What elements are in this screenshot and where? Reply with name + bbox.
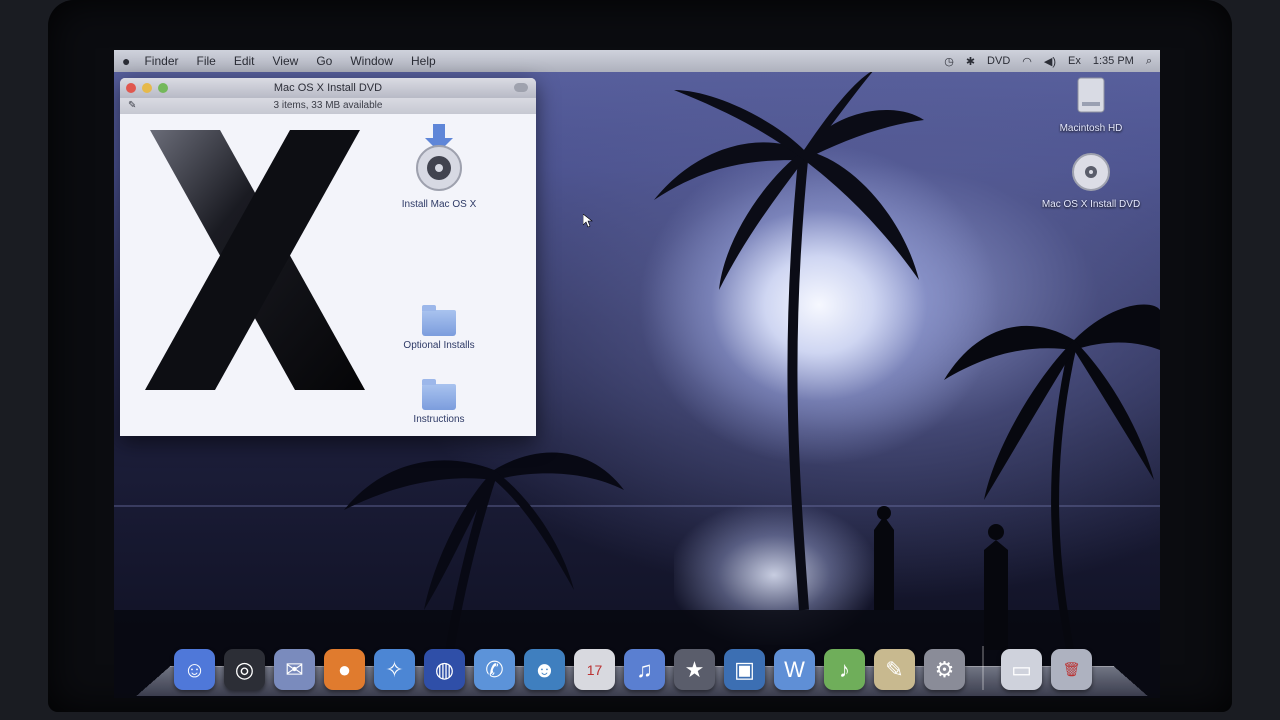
itunes-icon[interactable]: ♫: [624, 649, 665, 690]
minimize-button[interactable]: [142, 83, 152, 93]
desktop-icon-install-dvd[interactable]: Mac OS X Install DVD: [1026, 152, 1156, 210]
pencil-icon: ✎: [128, 100, 137, 111]
dock: ☺ ◎ ✉ ● ✧ ◍ ✆ ☻ 17 ♫ ★ ▣ W ♪ ✎ ⚙ ▭ 🗑: [174, 640, 1114, 690]
battery-status[interactable]: Ex: [1068, 55, 1081, 67]
clock-icon[interactable]: ◷: [944, 55, 954, 68]
finder-window[interactable]: Mac OS X Install DVD ✎ 3 items, 33 MB av…: [120, 78, 536, 436]
close-button[interactable]: [126, 83, 136, 93]
mail-icon[interactable]: ✉: [274, 649, 315, 690]
item-label: Optional Installs: [403, 340, 475, 351]
instructions-folder[interactable]: Instructions: [384, 379, 494, 425]
speaker-icon[interactable]: ◀): [1044, 55, 1056, 68]
search-icon[interactable]: ⌕: [1146, 55, 1152, 68]
install-mac-os-x-item[interactable]: Install Mac OS X: [384, 122, 494, 210]
menu-edit[interactable]: Edit: [234, 54, 255, 68]
item-label: Install Mac OS X: [401, 199, 477, 210]
desktop-icon-label: Macintosh HD: [1059, 123, 1123, 134]
menu-view[interactable]: View: [273, 54, 299, 68]
dvd-icon: [1072, 153, 1110, 191]
apple-menu-icon[interactable]: ●: [122, 53, 130, 69]
desktop[interactable]: ● Finder File Edit View Go Window Help ◷…: [114, 50, 1160, 698]
folder-icon: [422, 305, 456, 336]
menu-go[interactable]: Go: [316, 54, 332, 68]
firefox-icon[interactable]: ●: [324, 649, 365, 690]
window-content[interactable]: Install Mac OS X Optional Installs Instr…: [120, 114, 536, 436]
imovie-icon[interactable]: ★: [674, 649, 715, 690]
safari-icon[interactable]: ✧: [374, 649, 415, 690]
menu-finder[interactable]: Finder: [144, 54, 178, 68]
iphoto-icon[interactable]: ▣: [724, 649, 765, 690]
ical-icon[interactable]: 17: [574, 649, 615, 690]
dvd-status[interactable]: DVD: [987, 55, 1010, 67]
menu-clock[interactable]: 1:35 PM: [1093, 55, 1134, 67]
item-label: Instructions: [413, 414, 465, 425]
window-titlebar[interactable]: Mac OS X Install DVD: [120, 78, 536, 98]
window-status-text: 3 items, 33 MB available: [273, 100, 383, 111]
address-book-icon[interactable]: ☻: [524, 649, 565, 690]
downloads-stack-icon[interactable]: ▭: [1001, 649, 1042, 690]
menu-file[interactable]: File: [196, 54, 215, 68]
optional-installs-folder[interactable]: Optional Installs: [384, 305, 494, 351]
dashboard-icon[interactable]: ◎: [224, 649, 265, 690]
system-preferences-icon[interactable]: ⚙: [924, 649, 965, 690]
desktop-icon-macintosh-hd[interactable]: Macintosh HD: [1026, 76, 1156, 134]
mouse-cursor-icon: [583, 214, 593, 228]
google-earth-icon[interactable]: ◍: [424, 649, 465, 690]
dock-separator: [982, 646, 984, 690]
install-disc-icon: [416, 124, 462, 191]
trash-icon[interactable]: 🗑: [1051, 649, 1092, 690]
zoom-button[interactable]: [158, 83, 168, 93]
window-status-bar: ✎ 3 items, 33 MB available: [120, 98, 536, 115]
menu-window[interactable]: Window: [350, 54, 393, 68]
hard-drive-icon: [1077, 77, 1105, 113]
window-title: Mac OS X Install DVD: [273, 82, 383, 94]
ichat-icon[interactable]: ✆: [474, 649, 515, 690]
wifi-icon[interactable]: ◠: [1022, 55, 1032, 68]
garageband-icon[interactable]: ♪: [824, 649, 865, 690]
mac-os-x-logo: [145, 130, 365, 390]
desktop-icon-label: Mac OS X Install DVD: [1041, 199, 1141, 210]
menu-bar: ● Finder File Edit View Go Window Help ◷…: [114, 50, 1160, 72]
menu-help[interactable]: Help: [411, 54, 436, 68]
traffic-lights: [126, 83, 168, 93]
folder-icon: [422, 379, 456, 410]
finder-icon[interactable]: ☺: [174, 649, 215, 690]
preview-icon[interactable]: ✎: [874, 649, 915, 690]
toolbar-toggle-button[interactable]: [514, 83, 528, 92]
status-menus: ◷ ✱ DVD ◠ ◀) Ex 1:35 PM ⌕: [944, 55, 1152, 68]
iweb-icon[interactable]: W: [774, 649, 815, 690]
bluetooth-icon[interactable]: ✱: [966, 55, 975, 68]
